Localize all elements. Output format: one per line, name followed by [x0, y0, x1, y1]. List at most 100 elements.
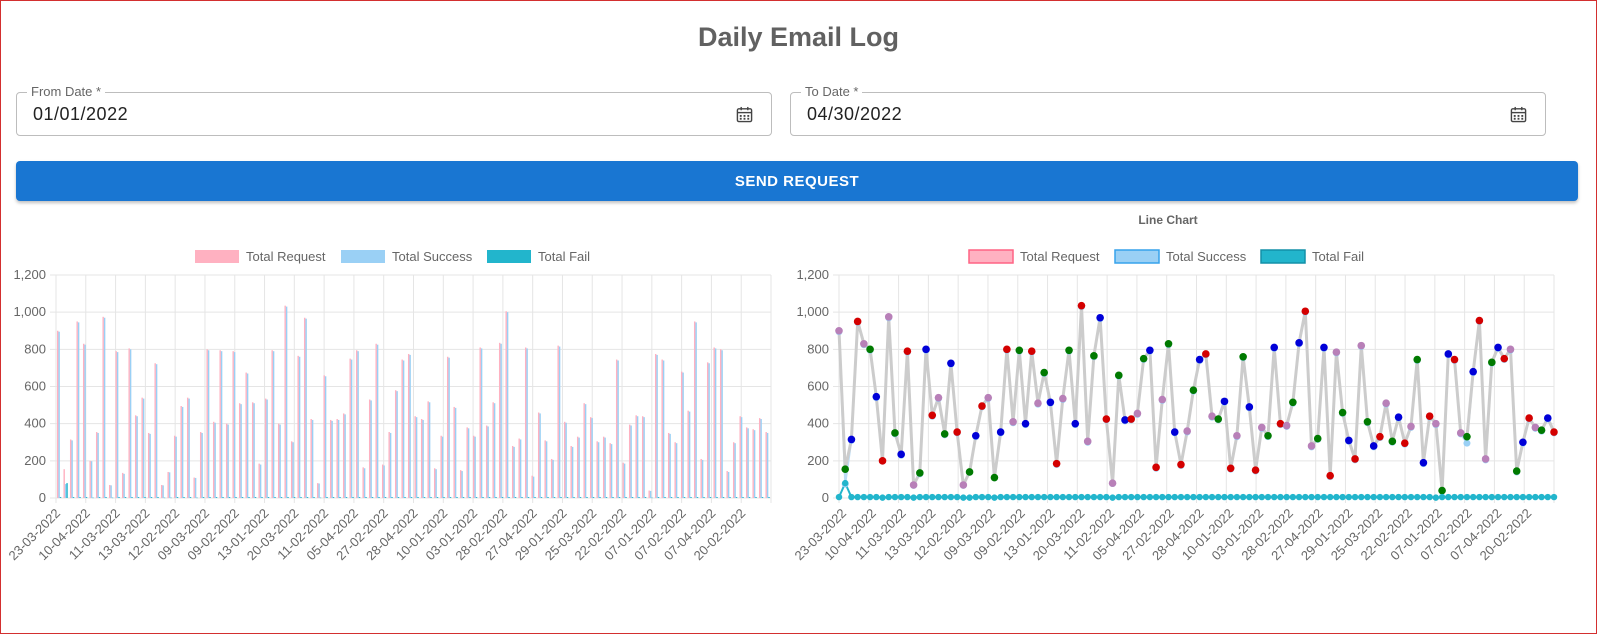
- bar-fail: [423, 497, 426, 498]
- bar-request: [596, 441, 598, 498]
- y-tick-label: 1,200: [13, 267, 46, 282]
- point-fail: [1252, 493, 1259, 501]
- bar-success: [623, 463, 626, 498]
- bar-success: [142, 398, 145, 498]
- point-fail: [1320, 493, 1328, 501]
- point-fail: [1532, 493, 1539, 501]
- bar-success: [181, 406, 184, 498]
- bar-fail: [605, 497, 608, 498]
- bar-success: [188, 398, 190, 498]
- point-fail: [1302, 493, 1309, 501]
- bar-success: [714, 348, 717, 498]
- bar-success: [604, 437, 606, 498]
- point-request: [1239, 352, 1247, 361]
- calendar-icon[interactable]: [736, 106, 753, 123]
- from-date-value[interactable]: 01/01/2022: [33, 104, 128, 125]
- point-fail: [1264, 493, 1272, 501]
- point-fail: [991, 494, 998, 501]
- bar-success: [350, 359, 353, 498]
- point-request: [1400, 439, 1409, 447]
- bar-success: [84, 344, 86, 498]
- bar-fail: [306, 497, 309, 498]
- point-fail: [1258, 493, 1265, 501]
- calendar-icon[interactable]: [1510, 106, 1527, 123]
- point-fail: [1295, 493, 1303, 501]
- bar-fail: [430, 497, 432, 498]
- bar-request: [225, 423, 228, 498]
- bar-success: [279, 424, 281, 498]
- bar-request: [128, 348, 130, 498]
- bar-success: [532, 476, 535, 498]
- bar-request: [550, 458, 553, 498]
- from-date-field[interactable]: From Date * 01/01/2022: [16, 84, 772, 136]
- bar-success: [246, 373, 249, 498]
- bar-fail: [410, 497, 413, 498]
- point-fail: [1463, 493, 1471, 501]
- bar-request: [719, 349, 722, 498]
- point-request: [1537, 426, 1546, 434]
- point-request: [841, 465, 850, 473]
- point-request: [1027, 347, 1036, 355]
- point-request: [1469, 367, 1477, 376]
- point-request: [1512, 467, 1521, 475]
- bar-success: [337, 419, 340, 498]
- bar-request: [544, 440, 546, 498]
- point-request: [1189, 386, 1198, 395]
- point-request: [1108, 479, 1117, 487]
- point-request: [1500, 354, 1509, 363]
- point-fail: [953, 493, 961, 501]
- point-fail: [1096, 493, 1104, 501]
- bar-success: [565, 422, 567, 498]
- bar-success: [571, 446, 574, 498]
- point-request: [1506, 345, 1515, 354]
- point-fail: [1190, 493, 1197, 501]
- bar-fail: [358, 497, 361, 498]
- from-date-label: From Date *: [27, 84, 106, 99]
- point-success: [1463, 439, 1471, 447]
- point-request: [1040, 368, 1048, 377]
- point-fail: [1389, 493, 1396, 501]
- bar-request: [609, 443, 611, 498]
- point-fail: [1009, 493, 1017, 501]
- bar-fail: [215, 497, 218, 498]
- bar-request: [472, 435, 475, 498]
- to-date-value[interactable]: 04/30/2022: [807, 104, 902, 125]
- send-request-button[interactable]: SEND REQUEST: [16, 161, 1578, 201]
- bar-fail: [644, 497, 647, 498]
- bar-request: [687, 410, 689, 498]
- bar-request: [121, 472, 124, 498]
- bar-fail: [124, 497, 127, 498]
- point-fail: [1432, 494, 1440, 501]
- point-fail: [1426, 493, 1433, 501]
- bar-fail: [566, 497, 569, 498]
- chart-title: Line Chart: [1138, 213, 1197, 227]
- bar-success: [422, 419, 424, 498]
- bar-success: [409, 354, 411, 498]
- bar-fail: [768, 497, 770, 498]
- bar-fail: [371, 497, 374, 498]
- bar-success: [149, 433, 151, 498]
- bar-request: [524, 347, 527, 498]
- point-request: [1432, 419, 1440, 428]
- bar-success: [58, 331, 60, 498]
- bar-success: [526, 348, 528, 498]
- legend-label: Total Success: [392, 249, 473, 264]
- point-request: [1438, 486, 1446, 495]
- point-fail: [1221, 493, 1228, 501]
- bar-fail: [137, 497, 140, 498]
- to-date-field[interactable]: To Date * 04/30/2022: [790, 84, 1546, 136]
- bar-success: [695, 322, 697, 498]
- bar-fail: [735, 497, 738, 498]
- point-request: [1034, 399, 1042, 408]
- bar-fail: [508, 497, 510, 498]
- y-tick-label: 600: [807, 379, 829, 394]
- point-fail: [1084, 493, 1091, 501]
- point-fail: [1078, 493, 1085, 501]
- point-request: [1394, 413, 1403, 421]
- point-request: [940, 430, 949, 438]
- bar-fail: [709, 497, 712, 498]
- point-request: [1463, 432, 1471, 441]
- point-fail: [1202, 493, 1210, 501]
- bar-success: [155, 364, 158, 498]
- point-request: [1289, 398, 1297, 407]
